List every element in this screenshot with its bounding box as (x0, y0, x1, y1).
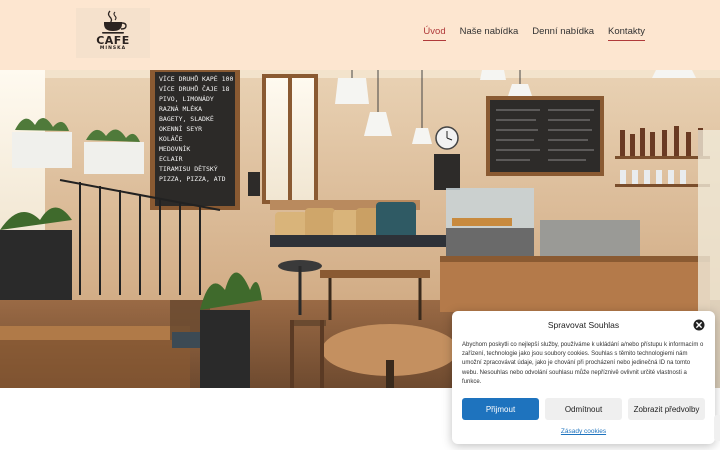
chalkboard-line: KOLÁČE (159, 134, 183, 143)
nav-item-denni-nabidka[interactable]: Denní nabídka (532, 26, 594, 41)
cafe-logo[interactable]: CAFE MINSKA (76, 8, 150, 58)
close-icon[interactable] (693, 319, 705, 331)
nav-item-uvod[interactable]: Úvod (423, 26, 446, 41)
logo-subtitle: MINSKA (99, 46, 127, 51)
cookie-consent-dialog: Spravovat Souhlas Abychom poskytli co ne… (452, 311, 715, 444)
site-header: CAFE MINSKA Úvod Naše nabídka Denní nabí… (0, 0, 720, 70)
consent-text: Abychom poskytli co nejlepší služby, pou… (462, 342, 704, 385)
chalkboard-line: VÍCE DRUHŮ ČAJE 18 (159, 84, 230, 93)
nav-item-kontakty[interactable]: Kontakty (608, 26, 645, 41)
coffee-cup-icon (102, 10, 127, 34)
chalkboard-line: OKENNÍ SEYR (159, 124, 202, 133)
cookie-policy-link[interactable]: Zásady cookies (452, 428, 715, 435)
chalkboard-line: RAZNÁ MLÉKA (159, 104, 202, 113)
consent-title: Spravovat Souhlas (547, 320, 620, 330)
accept-button[interactable]: Přijmout (462, 398, 539, 420)
view-preferences-button[interactable]: Zobrazit předvolby (628, 398, 705, 420)
logo-name: CAFE (96, 34, 130, 47)
chalkboard-line: VÍCE DRUHŮ KAPÉ 100 (159, 74, 233, 83)
chalkboard-line: ECLAIR (159, 155, 183, 163)
chalkboard-line: TIRAMISU DĚTSKÝ (159, 164, 218, 173)
nav-item-nase-nabidka[interactable]: Naše nabídka (460, 26, 519, 41)
chalkboard-line: PIVO, LIMONÁDY (159, 94, 214, 103)
chalkboard-line: BAGETY, SLADKÉ (159, 114, 214, 123)
chalkboard-line: MEDOVNÍK (159, 144, 190, 153)
reject-button[interactable]: Odmítnout (545, 398, 622, 420)
main-nav: Úvod Naše nabídka Denní nabídka Kontakty (423, 26, 645, 41)
side-tab[interactable] (714, 415, 720, 441)
consent-buttons: Přijmout Odmítnout Zobrazit předvolby (462, 398, 705, 420)
chalkboard-line: PIZZA, PIZZA, ATD (159, 175, 226, 183)
